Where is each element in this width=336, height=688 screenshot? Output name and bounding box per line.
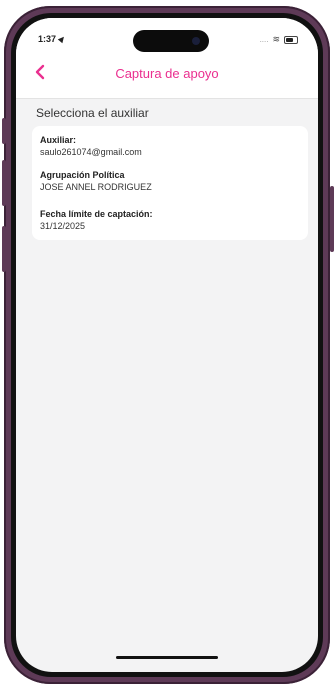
field-label: Agrupación Política: [40, 170, 125, 180]
field-label: Fecha límite de captación:: [40, 209, 153, 219]
cellular-signal-icon: ....: [259, 35, 269, 44]
section-title: Selecciona el auxiliar: [36, 106, 149, 120]
status-icons: .... ≋: [260, 34, 298, 45]
volume-up-button: [2, 160, 6, 206]
battery-icon: [284, 35, 298, 44]
status-time: 1:37: [38, 34, 67, 44]
wifi-icon: ≋: [272, 34, 280, 44]
dynamic-island: [133, 30, 209, 52]
auxiliar-field: Auxiliar: saulo261074@gmail.com: [40, 135, 142, 158]
field-value: saulo261074@gmail.com: [40, 147, 142, 157]
action-button: [2, 118, 6, 144]
power-button: [330, 186, 334, 252]
location-arrow-icon: [57, 34, 67, 44]
status-time-text: 1:37: [38, 34, 57, 44]
app-screen: 1:37 .... ≋ Captura de apoyo Selecciona …: [16, 18, 318, 672]
fecha-limite-field: Fecha límite de captación: 31/12/2025: [40, 209, 153, 232]
field-value: 31/12/2025: [40, 221, 86, 231]
volume-down-button: [2, 226, 6, 272]
home-indicator[interactable]: [116, 656, 218, 659]
field-label: Auxiliar:: [40, 135, 77, 145]
front-camera: [192, 37, 200, 45]
auxiliar-card[interactable]: Auxiliar: saulo261074@gmail.com Agrupaci…: [32, 126, 308, 240]
field-value: JOSE ANNEL RODRIGUEZ: [40, 182, 152, 192]
page-title: Captura de apoyo: [115, 66, 219, 81]
app-header: 1:37 .... ≋ Captura de apoyo: [16, 18, 318, 99]
agrupacion-field: Agrupación Política JOSE ANNEL RODRIGUEZ: [40, 170, 152, 193]
